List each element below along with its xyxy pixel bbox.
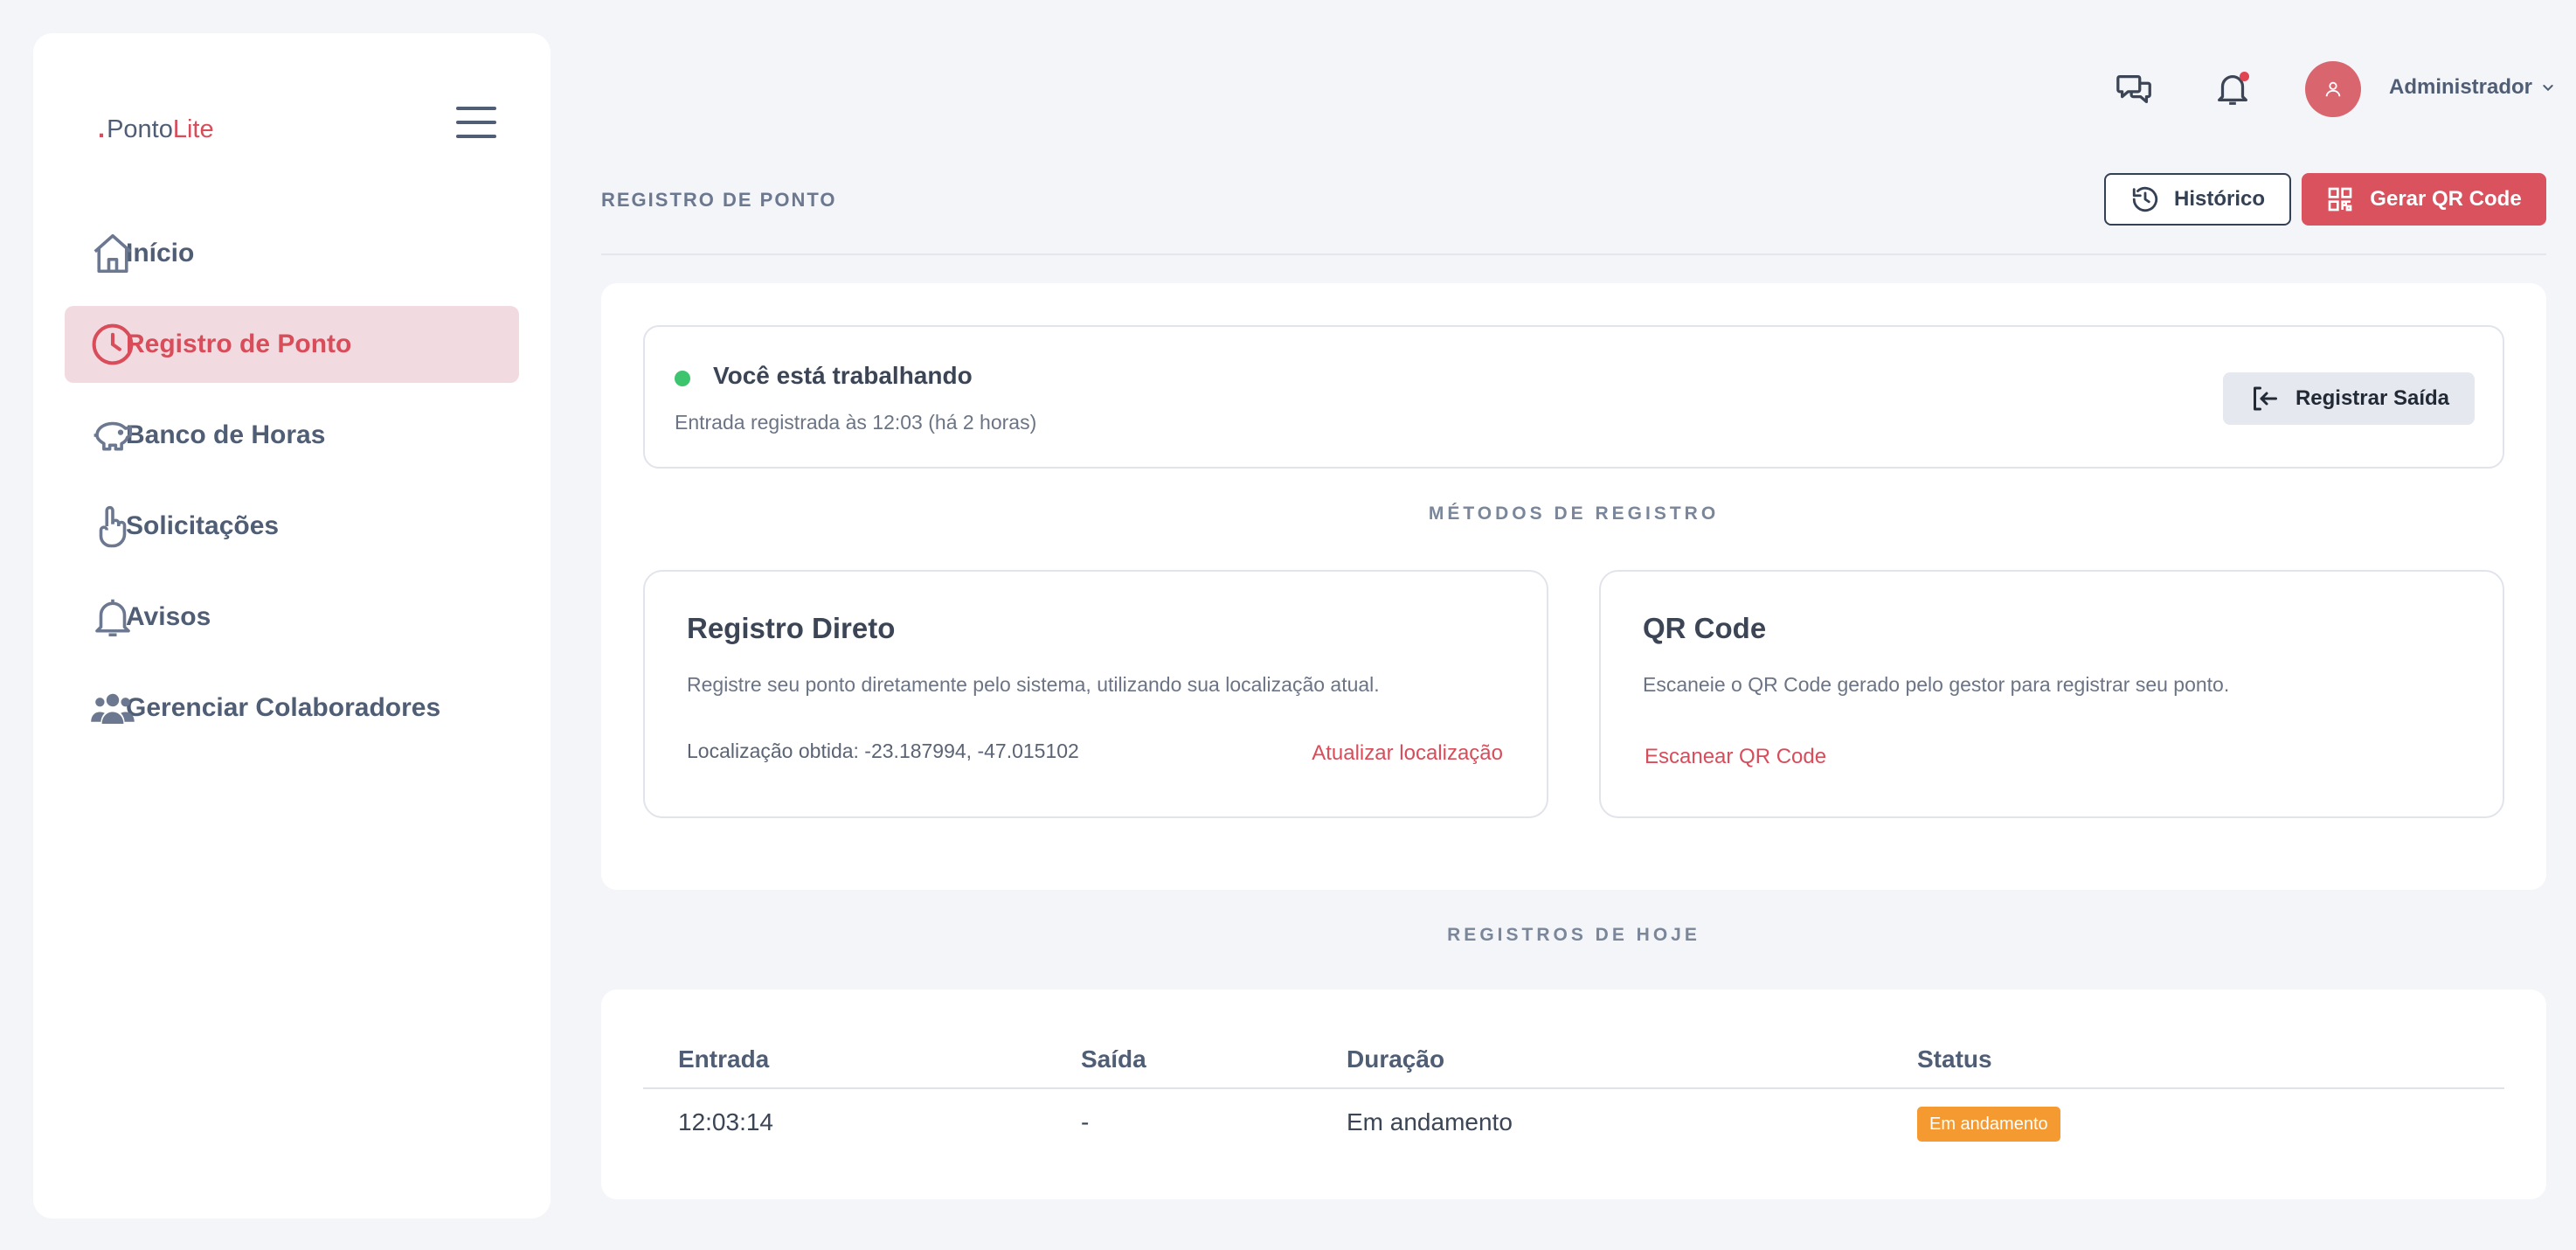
cell-entrada: 12:03:14 — [678, 1108, 773, 1135]
sign-out-icon — [2253, 386, 2277, 411]
today-records-table: Entrada Saída Duração Status 12:03:14 - … — [601, 990, 2546, 1199]
location-readout: Localização obtida: -23.187994, -47.0151… — [687, 740, 1079, 762]
generate-qr-button-label: Gerar QR Code — [2370, 187, 2522, 211]
sidebar-item-avisos[interactable]: Avisos — [65, 579, 519, 656]
hand-pointer-icon — [89, 503, 136, 550]
header-divider — [601, 253, 2546, 255]
notification-bell-icon[interactable] — [2209, 65, 2256, 112]
page-title: REGISTRO DE PONTO — [601, 189, 837, 211]
status-badge: Em andamento — [1917, 1107, 2060, 1142]
direct-registration-description: Registre seu ponto diretamente pelo sist… — [687, 673, 1380, 696]
home-icon — [89, 230, 136, 277]
generate-qr-button[interactable]: Gerar QR Code — [2302, 173, 2546, 226]
table-header-divider — [643, 1087, 2504, 1089]
column-header-status: Status — [1917, 1045, 1992, 1073]
cell-saida: - — [1081, 1108, 1090, 1135]
history-icon — [2132, 186, 2158, 212]
brand-dot: . — [98, 115, 106, 143]
sidebar: . Ponto Lite Início Registro de Ponto Ba… — [33, 33, 551, 1219]
scan-qr-link[interactable]: Escanear QR Code — [1645, 745, 1826, 769]
sidebar-nav: Início Registro de Ponto Banco de Horas … — [65, 215, 519, 760]
update-location-link[interactable]: Atualizar localização — [1312, 741, 1503, 766]
avatar[interactable] — [2305, 61, 2361, 117]
piggy-bank-icon — [89, 412, 136, 459]
notification-dot — [2240, 72, 2249, 81]
methods-section-label: MÉTODOS DE REGISTRO — [1428, 503, 1720, 524]
status-indicator-dot — [675, 371, 690, 386]
register-exit-label: Registrar Saída — [2295, 386, 2450, 410]
sidebar-item-label: Avisos — [126, 602, 211, 631]
column-header-entrada: Entrada — [678, 1045, 770, 1073]
history-button[interactable]: Histórico — [2104, 173, 2291, 226]
sidebar-item-label: Banco de Horas — [126, 420, 326, 449]
today-section-label: REGISTROS DE HOJE — [1447, 925, 1700, 945]
sidebar-item-banco-de-horas[interactable]: Banco de Horas — [65, 397, 519, 474]
sidebar-item-label: Gerenciar Colaboradores — [126, 693, 441, 722]
qr-code-icon — [2328, 187, 2352, 212]
qr-registration-card[interactable]: QR Code Escaneie o QR Code gerado pelo g… — [1599, 570, 2504, 818]
history-button-label: Histórico — [2173, 187, 2265, 211]
sidebar-item-inicio[interactable]: Início — [65, 215, 519, 292]
qr-registration-description: Escaneie o QR Code gerado pelo gestor pa… — [1643, 673, 2230, 696]
user-name: Administrador — [2389, 75, 2533, 99]
clock-icon — [89, 321, 136, 368]
chat-icon[interactable] — [2111, 65, 2158, 112]
column-header-saida: Saída — [1081, 1045, 1146, 1073]
bell-icon — [89, 594, 136, 641]
user-menu[interactable]: Administrador — [2389, 75, 2555, 100]
users-icon — [89, 684, 136, 732]
column-header-duracao: Duração — [1347, 1045, 1445, 1073]
register-exit-button[interactable]: Registrar Saída — [2223, 372, 2475, 425]
brand-logo[interactable]: . Ponto Lite — [98, 115, 214, 144]
sidebar-item-registro-de-ponto[interactable]: Registro de Ponto — [65, 306, 519, 383]
chevron-down-icon — [2543, 85, 2553, 92]
brand-name-part2: Lite — [172, 115, 214, 143]
sidebar-item-label: Registro de Ponto — [126, 330, 352, 358]
menu-toggle-icon[interactable] — [456, 107, 496, 138]
direct-registration-card[interactable]: Registro Direto Registre seu ponto diret… — [643, 570, 1548, 818]
brand-name-part1: Ponto — [107, 115, 173, 143]
sidebar-item-solicitacoes[interactable]: Solicitações — [65, 488, 519, 565]
status-title: Você está trabalhando — [713, 362, 973, 389]
cell-duracao: Em andamento — [1347, 1108, 1513, 1135]
direct-registration-title: Registro Direto — [687, 612, 896, 644]
status-subtitle: Entrada registrada às 12:03 (há 2 horas) — [675, 411, 1037, 434]
registration-card: Você está trabalhando Entrada registrada… — [601, 283, 2546, 890]
sidebar-item-gerenciar-colaboradores[interactable]: Gerenciar Colaboradores — [65, 670, 519, 747]
qr-registration-title: QR Code — [1643, 612, 1767, 644]
sidebar-item-label: Solicitações — [126, 511, 280, 540]
working-status-panel: Você está trabalhando Entrada registrada… — [643, 325, 2504, 469]
